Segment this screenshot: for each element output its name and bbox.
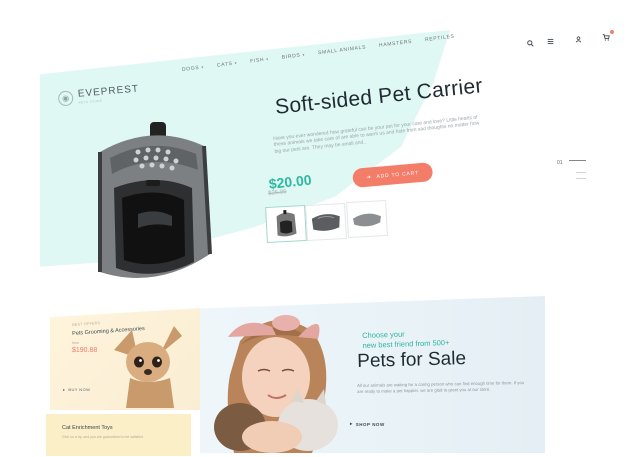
slide-indicator[interactable]	[576, 172, 586, 173]
cart-badge	[610, 30, 614, 34]
menu-icon[interactable]	[547, 38, 554, 47]
chevron-down-icon: ▾	[234, 60, 238, 66]
arrow-right-icon: ▸	[350, 421, 353, 426]
search-icon[interactable]	[527, 40, 534, 49]
banner-title: Pets for Sale	[357, 348, 467, 372]
product-thumbnail-1[interactable]	[265, 204, 307, 244]
shop-now-label: SHOP NOW	[355, 421, 385, 427]
promo-buy-now-label: BUY NOW	[68, 387, 91, 392]
shop-now-link[interactable]: ▸ SHOP NOW	[350, 421, 385, 427]
promo-card-from-label: from	[72, 341, 79, 345]
promo-card-price: $190.88	[72, 347, 98, 354]
product-image-pet-carrier	[98, 122, 212, 278]
cart-plus-icon: ➜	[366, 173, 372, 181]
arrow-right-icon: ▸	[63, 387, 66, 392]
product-thumbnail-2[interactable]	[305, 202, 347, 242]
slide-indicator[interactable]	[576, 178, 586, 179]
pet-carrier-thumbnail-image	[276, 209, 297, 237]
girl-with-kitten-image	[214, 315, 338, 453]
product-thumbnail-3[interactable]	[346, 199, 388, 239]
pet-carrier-side-thumbnail-image	[311, 214, 340, 231]
banner-subtitle: Choose your new best friend from 500+	[362, 329, 450, 350]
cart-icon[interactable]	[602, 30, 614, 43]
add-to-cart-label: ADD TO CART	[376, 169, 420, 180]
chevron-down-icon: ▾	[302, 51, 306, 58]
promo-buy-now-link[interactable]: ▸ BUY NOW	[63, 387, 90, 392]
promo-card-2-title: Cat Enrichment Toys	[62, 425, 113, 431]
slide-number: 01	[557, 160, 563, 166]
chevron-down-icon: ▾	[265, 56, 270, 62]
promo-card-2-text: Give us a try, and you are guaranteed to…	[62, 435, 144, 439]
pet-carrier-flat-thumbnail-image	[352, 213, 381, 227]
account-icon[interactable]	[575, 36, 582, 45]
chihuahua-dog-image	[114, 326, 182, 408]
chevron-down-icon: ▾	[201, 64, 205, 70]
paw-icon: ◉	[57, 89, 74, 107]
slide-indicator-active[interactable]	[569, 160, 586, 161]
